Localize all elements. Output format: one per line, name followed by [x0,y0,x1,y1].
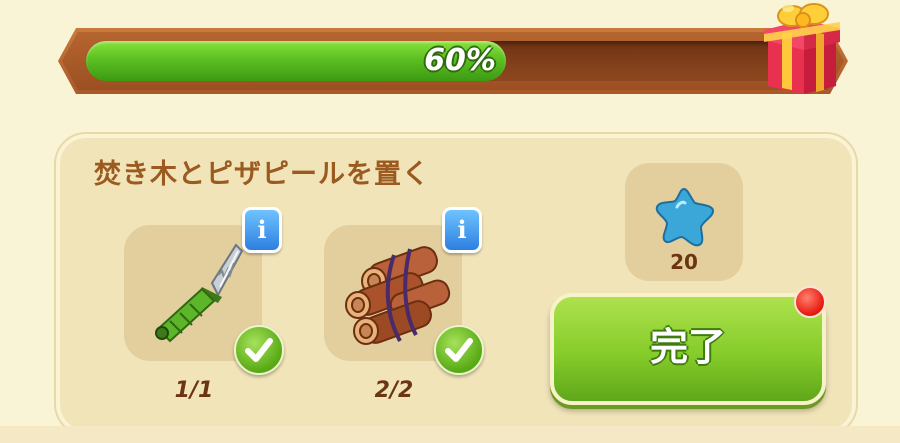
task-title: 焚き木とピザピールを置く [94,159,430,190]
checkmark-icon [234,325,284,375]
item-info-button[interactable]: i [442,207,482,253]
complete-button[interactable]: 完了 [550,293,826,405]
complete-button-label: 完了 [649,325,726,369]
checkmark-icon [434,325,484,375]
bottom-strip [0,426,900,443]
item-count: 1/1 [174,378,214,403]
item-count: 2/2 [374,378,414,403]
reward-amount: 20 [670,250,698,274]
gift-box-icon[interactable] [758,0,842,100]
progress-percent-label: 60% [424,43,496,78]
item-info-button[interactable]: i [242,207,282,253]
notification-dot-icon [794,286,826,318]
